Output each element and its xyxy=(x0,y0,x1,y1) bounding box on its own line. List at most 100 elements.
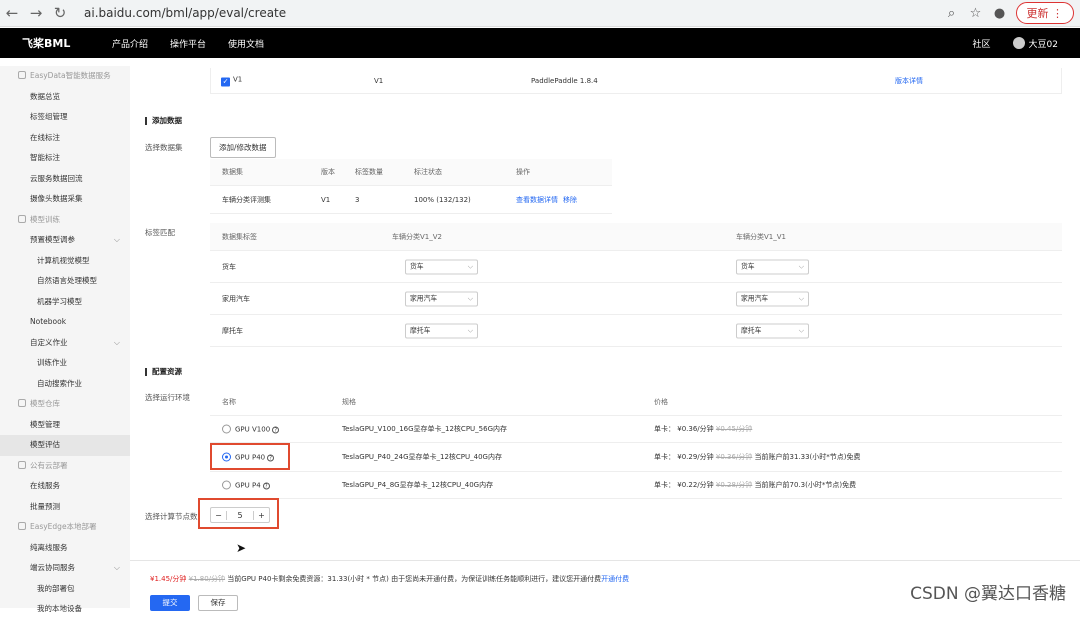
price-original: ¥0.28/分钟 xyxy=(716,481,752,489)
sidebar-item[interactable]: 数据总览 xyxy=(0,87,130,108)
sidebar-item[interactable]: 模型管理 xyxy=(0,415,130,436)
dataset-status: 100% (132/132) xyxy=(414,196,471,204)
sidebar-item-label: 公有云部署 xyxy=(30,461,68,470)
sidebar-item-label: 纯离线服务 xyxy=(30,543,68,552)
submit-button[interactable]: 提交 xyxy=(150,595,190,611)
tag-cell: 家用汽车 xyxy=(222,294,250,304)
table-row[interactable]: GPU P40? TeslaGPU_P40_24G显存单卡_12核CPU_40G… xyxy=(210,443,1062,472)
sidebar-group: 模型仓库 xyxy=(0,394,130,415)
watermark: CSDN @翼达口香糖 xyxy=(910,579,1066,604)
nodes-input[interactable]: 5 xyxy=(226,511,254,520)
sidebar-item[interactable]: 在线标注 xyxy=(0,128,130,149)
label-select[interactable]: 家用汽车⌵ xyxy=(736,291,809,306)
reload-icon[interactable]: ↻ xyxy=(48,4,72,22)
avatar[interactable] xyxy=(1013,37,1025,49)
chevron-down-icon: ⌵ xyxy=(799,292,804,305)
sidebar-item[interactable]: 我的部署包 xyxy=(0,579,130,600)
nav-product-intro[interactable]: 产品介绍 xyxy=(112,37,148,50)
sidebar-item-label: 端云协同服务 xyxy=(30,563,75,572)
open-billing-link[interactable]: 开通付费 xyxy=(601,575,629,583)
label-select[interactable]: 货车⌵ xyxy=(405,259,478,274)
sidebar-item[interactable]: 预置模型调参⌵ xyxy=(0,230,130,251)
address-bar[interactable]: ai.baidu.com/bml/app/eval/create xyxy=(84,6,940,20)
table-row[interactable]: GPU P4? TeslaGPU_P4_8G显存单卡_12核CPU_40G内存 … xyxy=(210,472,1062,499)
sidebar-item[interactable]: 摄像头数据采集 xyxy=(0,189,130,210)
sidebar-item[interactable]: 自定义作业⌵ xyxy=(0,333,130,354)
chevron-down-icon[interactable]: ⌵ xyxy=(114,230,120,251)
sidebar-item-label: 云服务数据回流 xyxy=(30,174,83,183)
chevron-down-icon: ⌵ xyxy=(468,260,473,273)
sidebar-item[interactable]: 在线服务 xyxy=(0,476,130,497)
resource-spec: TeslaGPU_V100_16G显存单卡_12核CPU_56G内存 xyxy=(342,424,507,434)
nodes-stepper[interactable]: − 5 + xyxy=(210,507,270,523)
update-button[interactable]: 更新 ⋮ xyxy=(1016,2,1075,24)
table-row[interactable]: GPU V100? TeslaGPU_V100_16G显存单卡_12核CPU_5… xyxy=(210,416,1062,443)
version-detail-link[interactable]: 版本详情 xyxy=(895,76,923,86)
label-select[interactable]: 摩托车⌵ xyxy=(405,323,478,338)
decrement-button[interactable]: − xyxy=(211,511,226,520)
nav-platform[interactable]: 操作平台 xyxy=(170,37,206,50)
sidebar-item[interactable]: 我的本地设备 xyxy=(0,599,130,620)
help-icon[interactable]: ? xyxy=(263,483,270,490)
sidebar-item[interactable]: 标签组管理 xyxy=(0,107,130,128)
username[interactable]: 大豆02 xyxy=(1029,37,1058,50)
sidebar-item[interactable]: 端云协同服务 ⌵ xyxy=(0,558,130,579)
label-select[interactable]: 货车⌵ xyxy=(736,259,809,274)
price-unit: 单卡： xyxy=(654,481,675,489)
sidebar-item[interactable]: 纯离线服务 xyxy=(0,538,130,559)
sidebar-item-label: 模型训练 xyxy=(30,215,60,224)
save-button[interactable]: 保存 xyxy=(198,595,238,611)
radio-gpu-v100[interactable] xyxy=(222,425,231,434)
sidebar-item[interactable]: 自然语言处理模型 xyxy=(0,271,130,292)
table-header: 名称 规格 价格 xyxy=(210,389,1062,416)
chevron-down-icon[interactable]: ⌵ xyxy=(114,558,120,579)
table-header: 数据集 版本 标签数量 标注状态 操作 xyxy=(210,159,612,186)
sidebar-item[interactable]: 模型评估 xyxy=(0,435,130,456)
label-select[interactable]: 家用汽车⌵ xyxy=(405,291,478,306)
highlight-box xyxy=(210,443,290,470)
table-row: 车辆分类评测集 V1 3 100% (132/132) 查看数据详情 移除 xyxy=(210,186,612,214)
view-data-link[interactable]: 查看数据详情 xyxy=(516,195,558,205)
sidebar-item[interactable]: 机器学习模型 xyxy=(0,292,130,313)
sidebar-item[interactable]: 自动搜索作业 xyxy=(0,374,130,395)
price-current: ¥0.22/分钟 xyxy=(677,481,713,489)
increment-button[interactable]: + xyxy=(254,511,269,520)
th-price: 价格 xyxy=(654,397,668,407)
sidebar-item[interactable]: 云服务数据回流 xyxy=(0,169,130,190)
sidebar-item-label: 模型管理 xyxy=(30,420,60,429)
bookmark-star-icon[interactable]: ☆ xyxy=(964,6,988,21)
remove-link[interactable]: 移除 xyxy=(563,195,577,205)
back-icon[interactable]: ← xyxy=(0,4,24,22)
sidebar-item[interactable]: Notebook xyxy=(0,312,130,333)
label-select[interactable]: 摩托车⌵ xyxy=(736,323,809,338)
sidebar-item-label: 我的本地设备 xyxy=(37,604,82,613)
add-modify-data-button[interactable]: 添加/修改数据 xyxy=(210,137,276,158)
nav-community[interactable]: 社区 xyxy=(973,37,991,50)
sidebar-item-label: 在线服务 xyxy=(30,481,60,490)
profile-icon[interactable]: ● xyxy=(988,6,1012,21)
radio-gpu-p4[interactable] xyxy=(222,481,231,490)
sidebar-item[interactable]: 批量预测 xyxy=(0,497,130,518)
sidebar-item-label: 模型评估 xyxy=(30,440,60,449)
zoom-icon[interactable]: ⌕ xyxy=(940,6,964,21)
chevron-down-icon: ⌵ xyxy=(468,324,473,337)
chevron-down-icon[interactable]: ⌵ xyxy=(114,333,120,354)
forward-icon[interactable]: → xyxy=(24,4,48,22)
sidebar-item[interactable]: 计算机视觉模型 xyxy=(0,251,130,272)
free-quota-note: 当前账户前70.3(小时*节点)免费 xyxy=(755,481,857,489)
sidebar-item[interactable]: 智能标注 xyxy=(0,148,130,169)
sidebar-item-label: 机器学习模型 xyxy=(37,297,82,306)
nav-docs[interactable]: 使用文档 xyxy=(228,37,264,50)
mouse-cursor-icon: ➤ xyxy=(236,541,246,555)
price-current: ¥0.36/分钟 xyxy=(677,425,713,433)
sidebar-item-label: 在线标注 xyxy=(30,133,60,142)
version-value: V1 xyxy=(374,77,383,85)
group-icon xyxy=(18,522,26,530)
sidebar-item-label: 计算机视觉模型 xyxy=(37,256,90,265)
sidebar-item-label: 模型仓库 xyxy=(30,399,60,408)
resource-spec: TeslaGPU_P40_24G显存单卡_12核CPU_40G内存 xyxy=(342,452,502,462)
check-icon[interactable]: ✓ xyxy=(221,77,230,86)
sidebar-item[interactable]: 训练作业 xyxy=(0,353,130,374)
help-icon[interactable]: ? xyxy=(272,427,279,434)
price-unit: 单卡： xyxy=(654,425,675,433)
